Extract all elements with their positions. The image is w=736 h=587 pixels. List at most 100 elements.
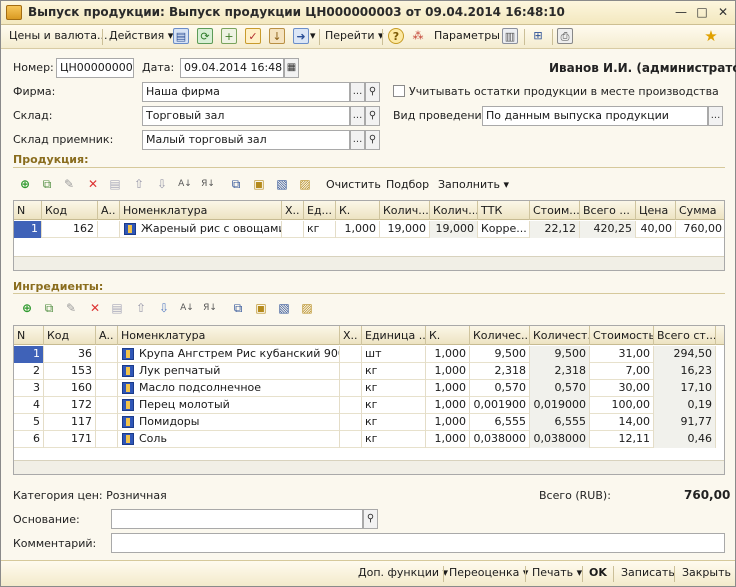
unpost-icon[interactable]: ↓ [269,28,285,44]
table-cell[interactable]: 6,555 [530,414,590,431]
table-cell[interactable]: 1,000 [426,363,470,380]
table-cell[interactable]: 2 [14,363,44,380]
table-cell[interactable]: 0,46 [654,431,716,448]
table-cell[interactable]: 1 [14,346,44,363]
table-cell[interactable]: кг [304,221,336,238]
table-cell[interactable]: 16,23 [654,363,716,380]
print-icon[interactable]: ⎙ [557,28,573,44]
table-cell[interactable]: кг [362,380,426,397]
table-cell[interactable]: 1,000 [336,221,380,238]
table-cell[interactable]: Помидоры [118,414,340,431]
table-cell[interactable]: 0,019000 [530,397,590,414]
table-cell[interactable]: 6 [14,431,44,448]
add-icon[interactable]: ⊕ [19,300,35,316]
table-cell[interactable]: шт [362,346,426,363]
table-cell[interactable]: Крупа Ангстрем Рис кубанский 900г [118,346,340,363]
receiver-warehouse-field[interactable]: Малый торговый зал [142,130,350,150]
clear-button[interactable]: Очистить [326,178,381,191]
column-header[interactable]: К. [336,201,380,220]
column-header[interactable]: ТТК [478,201,530,220]
table-cell[interactable]: 5 [14,414,44,431]
fill-menu[interactable]: Заполнить ▾ [438,178,509,191]
table-row[interactable]: 3 160 Масло подсолнечное кг 1,000 0,570 0,570 3… [14,380,716,397]
paste-icon[interactable]: ▣ [251,176,267,192]
pick-button[interactable]: Подбор [386,178,429,191]
refresh-icon[interactable]: ⟳ [197,28,213,44]
minimize-button[interactable]: — [672,4,690,21]
table-row[interactable]: 6 171 Соль кг 1,000 0,038000 0,038000 12,11 0,46 [14,431,716,448]
column-header[interactable]: Цена [636,201,676,220]
column-header[interactable]: Всего ... [580,201,636,220]
column-header[interactable]: N [14,201,42,220]
date-field[interactable]: 09.04.2014 16:48:10 [180,58,284,78]
table-row[interactable]: 4 172 Перец молотый кг 1,000 0,001900 0,019000… [14,397,716,414]
table-row[interactable]: 1 162 Жареный рис с овощами кг 1,000 19,000 19… [14,221,724,238]
table-cell[interactable]: 1 [14,221,42,238]
table-cell[interactable]: Перец молотый [118,397,340,414]
move-down-icon[interactable]: ⇩ [156,300,172,316]
table-cell[interactable]: 40,00 [636,221,676,238]
paste-replace-icon[interactable]: ▨ [299,300,315,316]
close-button[interactable]: Закрыть [682,566,731,579]
copy-icon[interactable]: ⧉ [228,176,244,192]
table-cell[interactable]: 12,11 [590,431,654,448]
hierarchy-icon[interactable]: ⁂ [410,28,426,44]
table-cell[interactable] [340,397,362,414]
maximize-button[interactable]: □ [693,4,711,21]
table-cell[interactable]: 6,555 [470,414,530,431]
table-cell[interactable]: 117 [44,414,96,431]
table-cell[interactable]: Корре... [478,221,530,238]
table-cell[interactable]: Масло подсолнечное [118,380,340,397]
table-cell[interactable]: 22,12 [530,221,580,238]
table-cell[interactable] [340,363,362,380]
goto-menu[interactable]: Перейти ▾ [325,29,384,42]
save-button[interactable]: Записать [621,566,675,579]
copy-row-icon[interactable]: ⧉ [39,176,55,192]
warehouse-select-button[interactable]: ... [350,106,365,126]
table-cell[interactable]: Лук репчатый [118,363,340,380]
horizontal-scrollbar[interactable] [14,460,724,474]
table-cell[interactable]: кг [362,397,426,414]
production-table[interactable]: N Код А.. Номенклатура Х.. Ед... К. Колич... Кол… [13,200,725,271]
table-cell[interactable]: 153 [44,363,96,380]
table-cell[interactable]: 7,00 [590,363,654,380]
move-up-icon[interactable]: ⇧ [133,300,149,316]
table-cell[interactable]: 4 [14,397,44,414]
warehouse-field[interactable]: Торговый зал [142,106,350,126]
table-cell[interactable]: 17,10 [654,380,716,397]
end-edit-icon[interactable]: ▤ [107,176,123,192]
table-cell[interactable]: 1,000 [426,397,470,414]
consider-stock-checkbox[interactable] [393,85,405,97]
table-cell[interactable]: 30,00 [590,380,654,397]
calendar-icon[interactable]: ▦ [284,58,299,78]
delete-icon[interactable]: ✕ [85,176,101,192]
table-cell[interactable]: 2,318 [530,363,590,380]
receiver-select-button[interactable]: ... [350,130,365,150]
table-cell[interactable]: 171 [44,431,96,448]
search-icon[interactable]: ⚲ [365,82,380,102]
table-cell[interactable] [340,414,362,431]
table-cell[interactable]: 420,25 [580,221,636,238]
structure-icon[interactable]: ⊞ [530,28,546,44]
table-cell[interactable]: 1,000 [426,380,470,397]
search-icon[interactable]: ⚲ [363,509,378,529]
column-header[interactable]: Номенклатура [118,326,340,345]
column-header[interactable]: Количест... [530,326,590,345]
table-cell[interactable]: 1,000 [426,431,470,448]
table-cell[interactable]: 760,00 [676,221,724,238]
close-window-button[interactable]: ✕ [714,4,732,21]
table-cell[interactable]: 19,000 [430,221,478,238]
table-cell[interactable] [340,380,362,397]
table-cell[interactable]: 1,000 [426,346,470,363]
column-header[interactable]: N [14,326,44,345]
search-icon[interactable]: ⚲ [365,106,380,126]
table-cell[interactable] [96,380,118,397]
copy-doc-icon[interactable]: + [221,28,237,44]
column-header[interactable]: Единица ... [362,326,426,345]
paste-add-icon[interactable]: ▧ [274,176,290,192]
ok-button[interactable]: OK [589,566,607,579]
table-cell[interactable]: 36 [44,346,96,363]
firm-field[interactable]: Наша фирма [142,82,350,102]
column-header[interactable]: Стоим... [530,201,580,220]
table-cell[interactable]: 9,500 [470,346,530,363]
